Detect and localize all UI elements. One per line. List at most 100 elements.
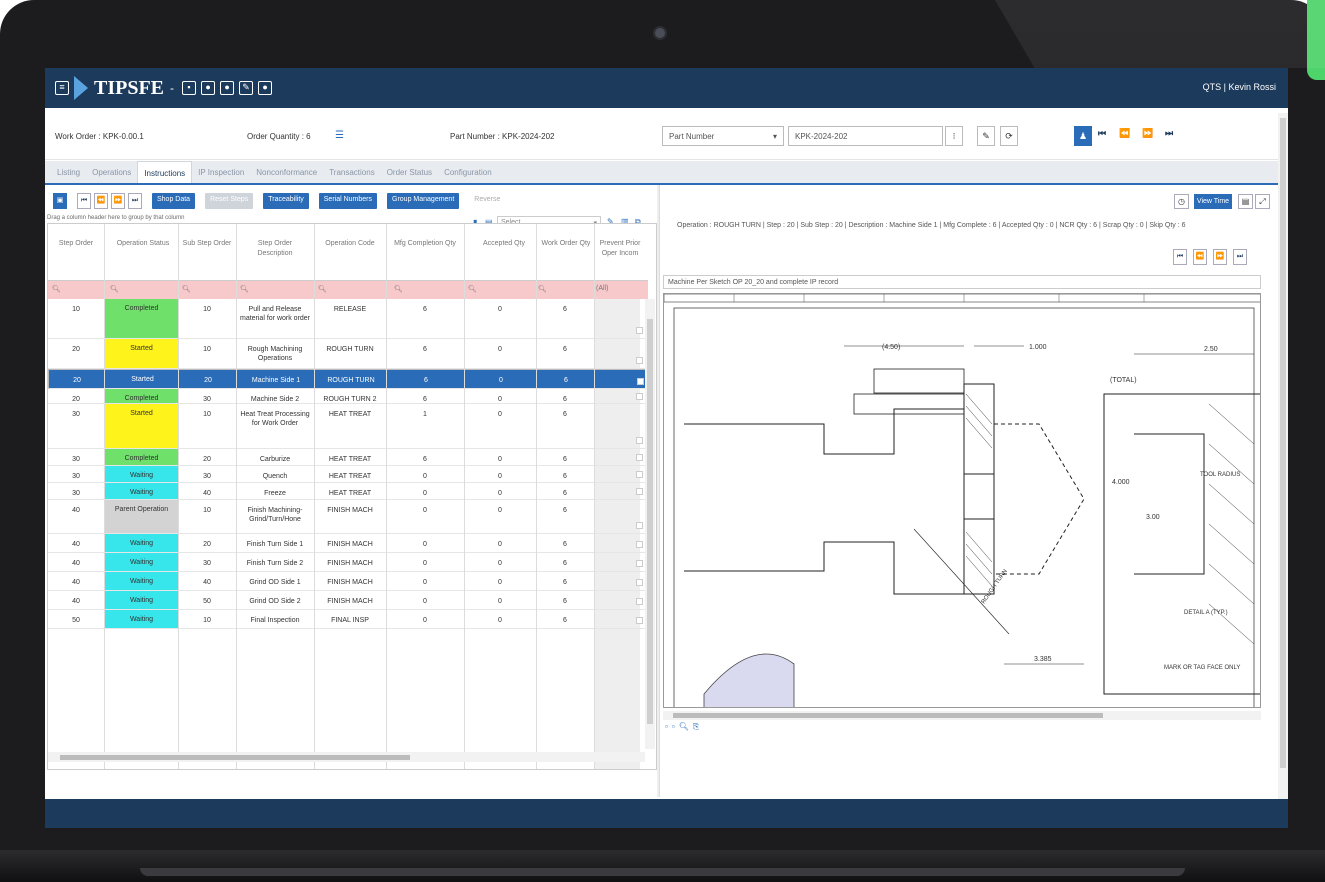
table-row[interactable]: 20 30 Machine Side 2 ROUGH TURN 2 6 0 6 Complet…: [48, 389, 648, 404]
grid-filter-row[interactable]: 🔍︎ 🔍︎ 🔍︎ 🔍︎ 🔍︎ 🔍︎ 🔍︎ 🔍︎ (All): [48, 281, 648, 299]
col-step-order[interactable]: Step Order: [50, 239, 102, 249]
filter-icon[interactable]: 🔍︎: [468, 285, 477, 293]
table-row[interactable]: 40 40 Grind OD Side 1 FINISH MACH 0 0 6 Waiting: [48, 572, 648, 591]
user-menu[interactable]: QTS | Kevin Rossi: [1203, 82, 1276, 92]
traceability-button[interactable]: Traceability: [263, 193, 309, 209]
table-row[interactable]: 10 10 Pull and Release material for work o…: [48, 299, 648, 339]
prevent-prior-checkbox[interactable]: [636, 357, 643, 364]
tab-nonconformance[interactable]: Nonconformance: [250, 161, 323, 183]
tab-ip-inspection[interactable]: IP Inspection: [192, 161, 250, 183]
filter-icon[interactable]: 🔍︎: [240, 285, 249, 293]
prevent-prior-checkbox[interactable]: [637, 378, 644, 385]
serial-numbers-button[interactable]: Serial Numbers: [318, 193, 378, 209]
help-icon[interactable]: ●: [220, 81, 235, 95]
last-record-icon[interactable]: ⏭: [1165, 128, 1173, 139]
tab-transactions[interactable]: Transactions: [323, 161, 381, 183]
first-record-icon[interactable]: ⏮: [1098, 128, 1106, 139]
grid-horizontal-scrollbar[interactable]: [48, 752, 645, 762]
prevent-prior-checkbox[interactable]: [636, 327, 643, 334]
grid-vertical-scrollbar[interactable]: [645, 299, 655, 749]
prevent-prior-checkbox[interactable]: [636, 471, 643, 478]
table-row[interactable]: 40 10 Finish Machining-Grind/Turn/Hone FINI…: [48, 500, 648, 534]
part-filter-select[interactable]: Part Number ▾: [662, 126, 784, 146]
app-menu-dropdown[interactable]: -: [170, 81, 174, 95]
prevent-prior-checkbox[interactable]: [636, 617, 643, 624]
save-icon[interactable]: ▪: [182, 81, 197, 95]
tab-listing[interactable]: Listing: [51, 161, 86, 183]
view-time-button[interactable]: View Time: [1194, 194, 1232, 209]
clock-icon[interactable]: ◷: [1174, 194, 1189, 209]
table-row[interactable]: 50 10 Final Inspection FINAL INSP 0 0 6 Waiting: [48, 610, 648, 629]
reverse-button[interactable]: Reverse: [469, 193, 506, 209]
table-row[interactable]: 20 10 Rough Machining Operations ROUGH TURN…: [48, 339, 648, 369]
next-page-icon[interactable]: ⏩: [1213, 249, 1227, 265]
user-profile-button[interactable]: ♟: [1074, 126, 1092, 146]
prevent-prior-checkbox[interactable]: [636, 488, 643, 495]
table-row[interactable]: 30 30 Quench HEAT TREAT 0 0 6 Waiting: [48, 466, 648, 483]
expand-icon[interactable]: ⤢: [1255, 194, 1270, 209]
filter-icon[interactable]: 🔍︎: [538, 285, 547, 293]
table-row[interactable]: 20 20 Machine Side 1 ROUGH TURN 6 0 6 Started: [48, 369, 648, 389]
filter-icon[interactable]: 🔍︎: [52, 285, 61, 293]
previous-row-icon[interactable]: ⏪: [94, 193, 108, 209]
table-row[interactable]: 30 20 Carburize HEAT TREAT 6 0 6 Completed: [48, 449, 648, 466]
table-row[interactable]: 40 30 Finish Turn Side 2 FINISH MACH 0 0 6 Wait…: [48, 553, 648, 572]
first-page-icon[interactable]: ⏮: [1173, 249, 1187, 265]
last-row-icon[interactable]: ⏭: [128, 193, 142, 209]
tab-operations[interactable]: Operations: [86, 161, 137, 183]
prevent-prior-checkbox[interactable]: [636, 437, 643, 444]
first-row-icon[interactable]: ⏮: [77, 193, 91, 209]
prevent-prior-checkbox[interactable]: [636, 598, 643, 605]
magnifier-icon[interactable]: 🔍︎: [679, 722, 689, 734]
prevent-prior-checkbox[interactable]: [636, 560, 643, 567]
tab-configuration[interactable]: Configuration: [438, 161, 498, 183]
tab-order-status[interactable]: Order Status: [381, 161, 438, 183]
col-operation-status[interactable]: Operation Status: [110, 239, 176, 249]
col-mfg-completion-qty[interactable]: Mfg Completion Qty: [388, 239, 462, 249]
col-operation-code[interactable]: Operation Code: [318, 239, 382, 249]
edit-icon[interactable]: ✎: [239, 81, 254, 95]
col-work-order-qty[interactable]: Work Order Qty: [540, 239, 592, 249]
menu-icon[interactable]: ≡: [55, 81, 69, 95]
page-vertical-scrollbar[interactable]: [1278, 113, 1288, 799]
part-number-input[interactable]: KPK-2024-202: [788, 126, 943, 146]
table-row[interactable]: 40 50 Grind OD Side 2 FINISH MACH 0 0 6 Waiting: [48, 591, 648, 610]
table-row[interactable]: 30 40 Freeze HEAT TREAT 0 0 6 Waiting: [48, 483, 648, 500]
col-prevent-prior-oper[interactable]: Prevent Prior Oper Incom: [596, 239, 644, 259]
filter-icon[interactable]: 🔍︎: [394, 285, 403, 293]
prevent-prior-checkbox[interactable]: [636, 579, 643, 586]
edit-part-button[interactable]: ✎: [977, 126, 995, 146]
prevent-prior-checkbox[interactable]: [636, 541, 643, 548]
next-row-icon[interactable]: ⏩: [111, 193, 125, 209]
group-management-button[interactable]: Group Management: [387, 193, 460, 209]
shop-data-button[interactable]: Shop Data: [152, 193, 196, 209]
list-icon[interactable]: ☰: [335, 130, 344, 141]
attachment-icon[interactable]: ⎘: [693, 722, 699, 734]
prevent-prior-checkbox[interactable]: [636, 393, 643, 400]
next-record-icon[interactable]: ⏩: [1142, 128, 1153, 139]
filter-icon[interactable]: 🔍︎: [110, 285, 119, 293]
settings-icon[interactable]: ●: [258, 81, 273, 95]
filter-icon[interactable]: 🔍︎: [182, 285, 191, 293]
col-sub-step-order[interactable]: Sub Step Order: [182, 239, 232, 249]
prevent-prior-checkbox[interactable]: [636, 522, 643, 529]
tab-instructions[interactable]: Instructions: [137, 161, 193, 183]
zoom-in-icon[interactable]: ▫: [672, 722, 675, 734]
col-accepted-qty[interactable]: Accepted Qty: [468, 239, 540, 249]
col-step-description[interactable]: Step Order Description: [240, 239, 310, 259]
table-row[interactable]: 30 10 Heat Treat Processing for Work Order…: [48, 404, 648, 449]
previous-record-icon[interactable]: ⏪: [1119, 128, 1130, 139]
last-page-icon[interactable]: ⏭: [1233, 249, 1247, 265]
table-row[interactable]: 40 20 Finish Turn Side 1 FINISH MACH 0 0 6 Wait…: [48, 534, 648, 553]
refresh-button[interactable]: ⟳: [1000, 126, 1018, 146]
export-button[interactable]: ▣: [53, 193, 67, 209]
part-lookup-button[interactable]: ⁝: [945, 126, 963, 146]
drawing-horizontal-scrollbar[interactable]: [663, 711, 1261, 720]
info-icon[interactable]: ●: [201, 81, 216, 95]
filter-icon[interactable]: 🔍︎: [318, 285, 327, 293]
zoom-out-icon[interactable]: ▫: [665, 722, 668, 734]
technical-drawing[interactable]: (4.50) 1.000 3.385 2.50 (TOTAL) 4.000 3.…: [663, 293, 1261, 708]
previous-page-icon[interactable]: ⏪: [1193, 249, 1207, 265]
prevent-prior-checkbox[interactable]: [636, 454, 643, 461]
reset-steps-button[interactable]: Reset Steps: [205, 193, 254, 209]
